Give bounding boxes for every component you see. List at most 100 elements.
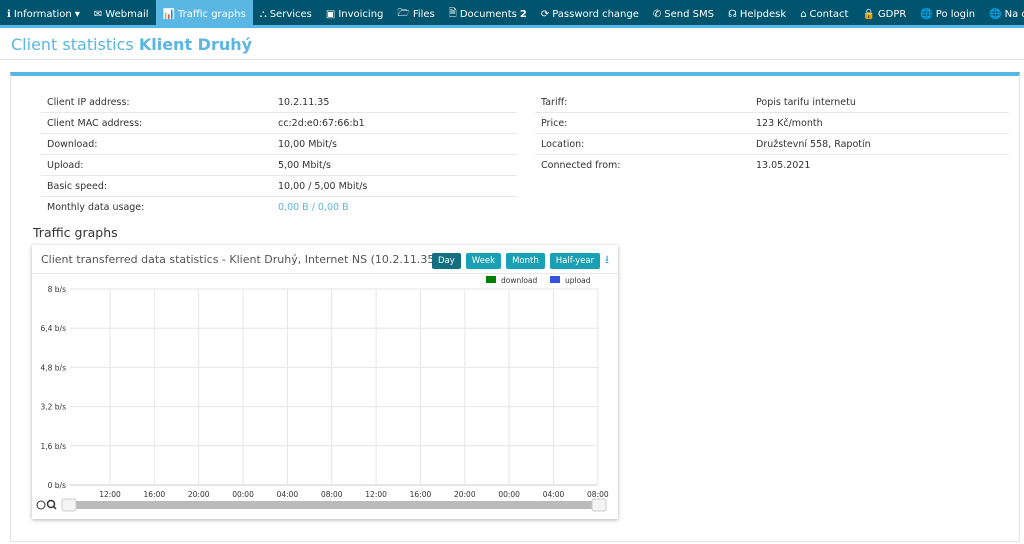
zoom-in-icon	[46, 499, 56, 509]
x-tick-label: 16:00	[144, 490, 166, 499]
nav-item-po-login[interactable]: 🌐 Po login	[913, 0, 982, 28]
info-label: Upload:	[47, 159, 84, 171]
range-scrollbar	[64, 501, 604, 509]
info-value: cc:2d:e0:67:66:b1	[278, 117, 365, 129]
info-value: Popis tarifu internetu	[756, 96, 856, 108]
x-tick-label: 08:00	[321, 490, 343, 499]
divider	[0, 59, 1024, 60]
nav-item-documents[interactable]: 🗎 Documents 2	[442, 0, 534, 28]
globe-icon: 🌐	[989, 8, 1002, 20]
nav-label: Na obou	[1004, 8, 1024, 20]
range-handle-right	[591, 498, 607, 512]
info-value[interactable]: 0,00 B / 0,00 B	[278, 202, 349, 213]
y-tick-label: 1,6 b/s	[40, 442, 66, 451]
reset-zoom-icon	[36, 500, 46, 510]
bar-chart-icon: 📊	[162, 8, 175, 20]
info-label: Basic speed:	[47, 180, 108, 192]
nav-item-na-obou[interactable]: 🌐Na obou	[982, 0, 1024, 28]
legend-label-download: download	[501, 276, 538, 285]
headset-icon: ☊	[727, 8, 737, 20]
nav-label: Traffic graphs	[177, 8, 246, 20]
info-label: Monthly data usage:	[47, 202, 145, 213]
traffic-graphs-heading: Traffic graphs	[33, 225, 118, 240]
nav-label: Services	[269, 8, 312, 20]
info-value: 10,00 Mbit/s	[278, 138, 337, 150]
nav-label: Information ▾	[13, 8, 80, 20]
info-row: Location: Družstevní 558, Rapotín	[535, 134, 1009, 155]
nav-label: Password change	[552, 8, 639, 20]
nav-item-services[interactable]: ⛬ Services	[253, 0, 319, 28]
nav-item-password-change[interactable]: ⟳ Password change	[534, 0, 646, 28]
info-label: Client MAC address:	[47, 117, 143, 129]
period-month-button[interactable]: Month	[506, 252, 545, 269]
nav-item-traffic-graphs[interactable]: 📊 Traffic graphs	[155, 0, 253, 28]
info-row: Tariff: Popis tarifu internetu	[535, 92, 1009, 113]
nav-label: Po login	[935, 8, 976, 20]
nav-label: Helpdesk	[739, 8, 787, 20]
nav-item-gdpr[interactable]: 🔒 GDPR	[855, 0, 913, 28]
y-tick-label: 4,8 b/s	[40, 363, 66, 372]
main-nav: ℹ Information ▾ ✉ Webmail 📊 Traffic graphs ⛬ Se…	[0, 0, 1024, 28]
nav-label: Contact	[809, 8, 849, 20]
info-value: 10.2.11.35	[278, 96, 330, 108]
info-row: Upload: 5,00 Mbit/s	[41, 155, 517, 176]
info-row: Client MAC address: cc:2d:e0:67:66:b1	[41, 113, 517, 134]
nav-label: Invoicing	[338, 8, 384, 20]
info-value: Družstevní 558, Rapotín	[756, 138, 871, 150]
info-row: Download: 10,00 Mbit/s	[41, 134, 517, 155]
download-icon[interactable]: ⭳	[605, 251, 609, 270]
nav-item-invoicing[interactable]: ▣ Invoicing	[319, 0, 391, 28]
globe-icon: 🌐	[920, 8, 933, 20]
nav-item-helpdesk[interactable]: ☊ Helpdesk	[721, 0, 793, 28]
sitemap-icon: ⛬	[259, 8, 267, 20]
x-tick-label: 20:00	[188, 490, 210, 499]
x-tick-label: 08:00	[587, 490, 609, 499]
x-tick-label: 00:00	[498, 490, 520, 499]
nav-label: Files	[412, 8, 435, 20]
envelope-icon: ✉	[93, 8, 103, 20]
period-week-button[interactable]: Week	[465, 252, 502, 269]
traffic-chart: Client transferred data statistics - Kli…	[32, 245, 618, 519]
phone-icon: ✆	[652, 8, 662, 20]
info-row: Connected from: 13.05.2021	[535, 155, 1009, 176]
x-tick-label: 04:00	[543, 490, 565, 499]
nav-label: Documents	[459, 8, 517, 20]
legend-label-upload: upload	[565, 276, 591, 285]
info-value: 123 Kč/month	[756, 117, 823, 129]
x-tick-label: 16:00	[410, 490, 432, 499]
legend-swatch-download	[486, 276, 496, 283]
info-label: Tariff:	[541, 96, 568, 108]
home-icon: ⌂	[800, 8, 807, 20]
x-tick-label: 20:00	[454, 490, 476, 499]
nav-item-files[interactable]: 🗁 Files	[390, 0, 441, 28]
lock-icon: 🔒	[862, 8, 875, 20]
nav-item-webmail[interactable]: ✉ Webmail	[87, 0, 156, 28]
info-label: Download:	[47, 138, 98, 150]
money-icon: ▣	[325, 8, 336, 20]
zoom-in-handle	[52, 505, 57, 510]
y-tick-label: 0 b/s	[48, 481, 66, 490]
nav-item-information[interactable]: ℹ Information ▾	[0, 0, 87, 28]
folder-open-icon: 🗁	[397, 7, 410, 19]
documents-badge: 2	[519, 8, 527, 20]
period-day-button[interactable]: Day	[432, 252, 461, 269]
x-tick-label: 04:00	[277, 490, 299, 499]
info-value: 10,00 / 5,00 Mbit/s	[278, 180, 368, 192]
info-label: Price:	[541, 117, 568, 129]
nav-item-send-sms[interactable]: ✆ Send SMS	[646, 0, 721, 28]
nav-item-contact[interactable]: ⌂ Contact	[793, 0, 855, 28]
x-tick-label: 12:00	[365, 490, 387, 499]
y-tick-label: 8 b/s	[48, 285, 66, 294]
file-icon: 🗎	[448, 7, 457, 19]
period-half-year-button[interactable]: Half-year	[549, 252, 601, 269]
y-tick-label: 3,2 b/s	[40, 403, 66, 412]
info-row: Client IP address: 10.2.11.35	[41, 92, 517, 113]
info-value: 13.05.2021	[756, 160, 811, 171]
info-row: Price: 123 Kč/month	[535, 113, 1009, 134]
divider	[32, 273, 618, 274]
info-label: Client IP address:	[47, 96, 130, 108]
nav-label: Webmail	[105, 8, 149, 20]
info-icon: ℹ	[7, 8, 11, 20]
period-buttons: Day Week Month Half-year ⭳	[432, 251, 609, 270]
info-label: Location:	[541, 138, 585, 150]
